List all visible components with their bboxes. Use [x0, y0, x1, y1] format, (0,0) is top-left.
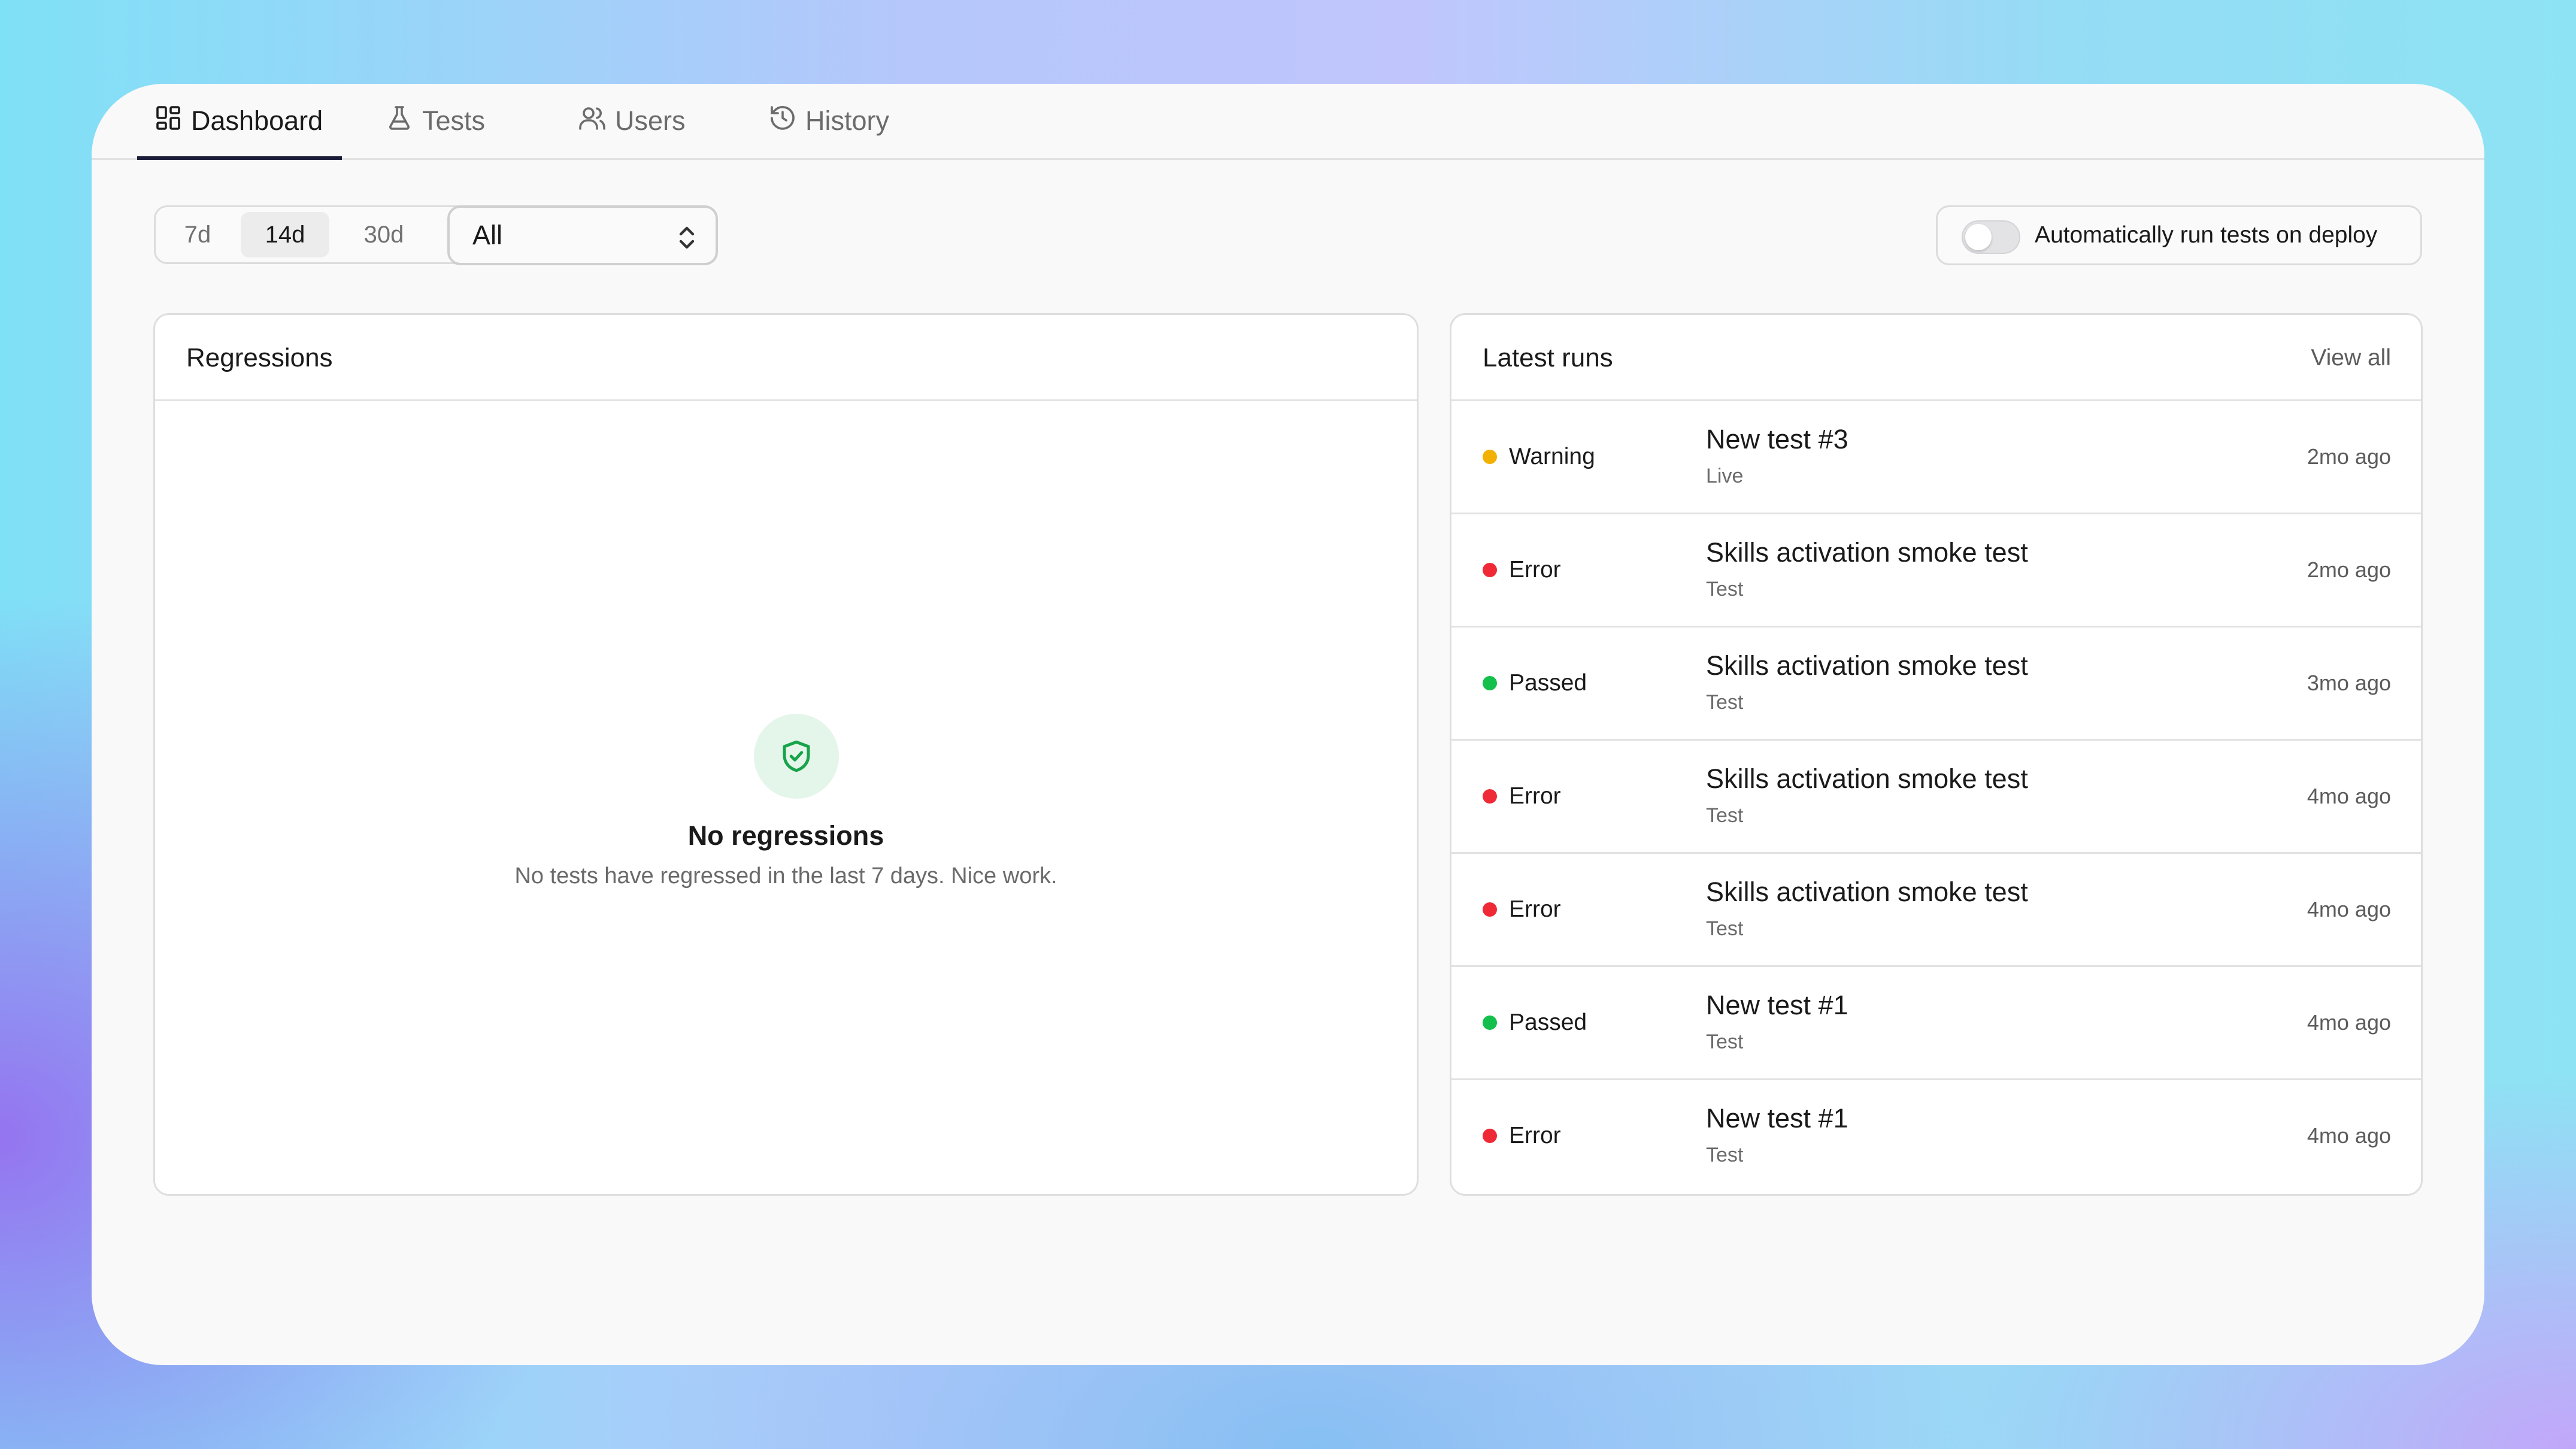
run-status-label: Passed — [1509, 1010, 1587, 1035]
tab-users[interactable]: Users — [578, 84, 686, 158]
run-time: 4mo ago — [2307, 1010, 2391, 1035]
run-status: Error — [1483, 741, 1561, 852]
passed-status-dot — [1483, 676, 1497, 690]
run-row[interactable]: Error Skills activation smoke test Test … — [1451, 741, 2421, 854]
tab-label: Dashboard — [191, 105, 323, 136]
regressions-header: Regressions — [155, 315, 1417, 401]
run-name: Skills activation smoke test — [1706, 650, 2028, 681]
run-kind: Test — [1706, 804, 1744, 827]
tab-label: History — [805, 105, 890, 136]
run-time: 2mo ago — [2307, 557, 2391, 582]
range-30d-button[interactable]: 30d — [339, 212, 429, 257]
run-row[interactable]: Error Skills activation smoke test Test … — [1451, 854, 2421, 967]
tab-dashboard[interactable]: Dashboard — [137, 84, 343, 160]
toggle-knob — [1965, 224, 1992, 250]
run-time: 4mo ago — [2307, 784, 2391, 808]
latest-runs-header: Latest runs View all — [1451, 315, 2421, 401]
run-status: Warning — [1483, 401, 1595, 513]
chevron-up-down-icon — [675, 223, 699, 252]
tab-label: Users — [615, 105, 686, 136]
run-status: Passed — [1483, 967, 1587, 1078]
auto-run-toggle[interactable] — [1962, 220, 2020, 254]
run-row[interactable]: Passed New test #1 Test 4mo ago — [1451, 967, 2421, 1080]
run-status: Error — [1483, 1080, 1561, 1192]
range-14d-button[interactable]: 14d — [241, 212, 329, 257]
run-kind: Test — [1706, 1030, 1744, 1053]
filter-select-value: All — [472, 220, 503, 250]
auto-run-label: Automatically run tests on deploy — [2035, 222, 2378, 248]
run-name: Skills activation smoke test — [1706, 877, 2028, 907]
warning-status-dot — [1483, 450, 1497, 464]
auto-run-toggle-control[interactable]: Automatically run tests on deploy — [1936, 205, 2422, 265]
dashboard-grid-icon — [154, 104, 183, 139]
run-status-label: Error — [1509, 896, 1561, 922]
empty-state-title: No regressions — [687, 820, 884, 851]
run-kind: Live — [1706, 465, 1744, 487]
tab-bar: Dashboard Tests Users History — [92, 84, 2484, 160]
view-all-link[interactable]: View all — [2311, 315, 2391, 401]
run-kind: Test — [1706, 917, 1744, 940]
users-icon — [578, 104, 607, 139]
run-status: Error — [1483, 514, 1561, 626]
error-status-dot — [1483, 902, 1497, 917]
run-kind: Test — [1706, 691, 1744, 714]
shield-check-icon — [754, 714, 839, 799]
run-time: 2mo ago — [2307, 444, 2391, 469]
run-kind: Test — [1706, 578, 1744, 601]
passed-status-dot — [1483, 1015, 1497, 1030]
app-window: Dashboard Tests Users History 7d 14d 30d… — [92, 84, 2484, 1365]
latest-runs-panel: Latest runs View all Warning New test #3… — [1450, 313, 2423, 1196]
run-row[interactable]: Warning New test #3 Live 2mo ago — [1451, 401, 2421, 514]
error-status-dot — [1483, 1129, 1497, 1143]
run-status-label: Passed — [1509, 670, 1587, 696]
empty-state-message: No tests have regressed in the last 7 da… — [514, 863, 1057, 889]
filter-select[interactable]: All — [447, 205, 718, 265]
run-row[interactable]: Passed Skills activation smoke test Test… — [1451, 628, 2421, 741]
error-status-dot — [1483, 789, 1497, 804]
run-name: Skills activation smoke test — [1706, 763, 2028, 794]
run-name: New test #3 — [1706, 424, 1848, 454]
run-status-label: Error — [1509, 783, 1561, 809]
regressions-title: Regressions — [186, 343, 333, 372]
run-status-label: Warning — [1509, 444, 1595, 469]
run-status-label: Error — [1509, 557, 1561, 583]
run-kind: Test — [1706, 1144, 1744, 1166]
run-time: 4mo ago — [2307, 1123, 2391, 1148]
error-status-dot — [1483, 563, 1497, 577]
history-icon — [768, 104, 797, 139]
run-name: New test #1 — [1706, 990, 1848, 1020]
run-row[interactable]: Error New test #1 Test 4mo ago — [1451, 1080, 2421, 1193]
run-time: 3mo ago — [2307, 671, 2391, 695]
tab-history[interactable]: History — [768, 84, 889, 158]
run-status-label: Error — [1509, 1123, 1561, 1148]
run-name: Skills activation smoke test — [1706, 537, 2028, 568]
runs-list: Warning New test #3 Live 2mo ago Error S… — [1451, 401, 2421, 1193]
range-7d-button[interactable]: 7d — [164, 212, 231, 257]
tab-tests[interactable]: Tests — [385, 84, 485, 158]
regressions-panel: Regressions No regressions No tests have… — [153, 313, 1419, 1196]
flask-icon — [385, 104, 414, 139]
run-status: Error — [1483, 854, 1561, 965]
run-status: Passed — [1483, 628, 1587, 739]
tab-label: Tests — [422, 105, 486, 136]
run-name: New test #1 — [1706, 1103, 1848, 1133]
regressions-empty-state: No regressions No tests have regressed i… — [155, 401, 1417, 1194]
run-row[interactable]: Error Skills activation smoke test Test … — [1451, 514, 2421, 628]
run-time: 4mo ago — [2307, 897, 2391, 921]
latest-runs-title: Latest runs — [1483, 343, 1613, 372]
